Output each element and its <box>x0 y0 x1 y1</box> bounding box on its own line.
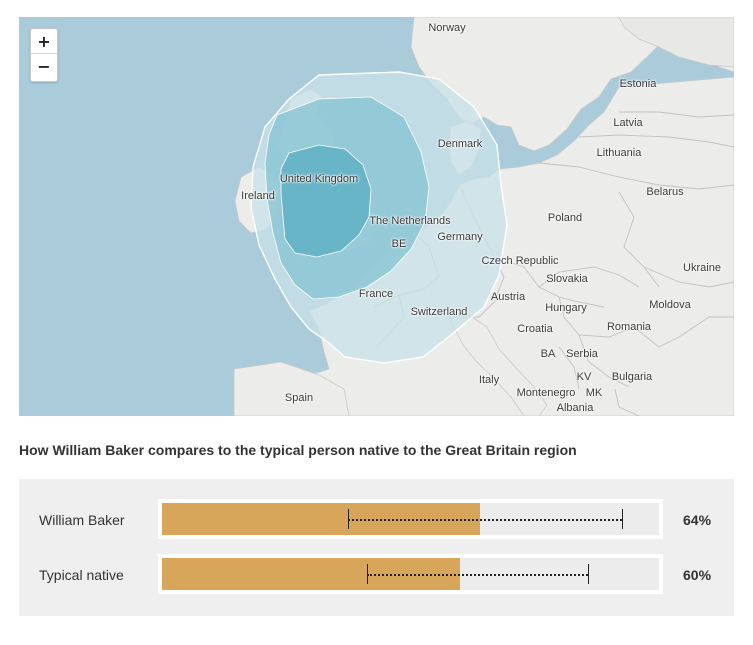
range-high-tick <box>588 564 590 584</box>
map-label-netherlands: The Netherlands <box>369 215 451 227</box>
zoom-out-button[interactable]: − <box>31 54 57 80</box>
map-label-montenegro: Montenegro <box>516 387 576 399</box>
map-label-lithuania: Lithuania <box>596 147 642 159</box>
map-label-germany: Germany <box>437 231 483 243</box>
comparison-caption: How William Baker compares to the typica… <box>19 442 577 458</box>
map-label-denmark: Denmark <box>437 138 483 150</box>
map-label-serbia: Serbia <box>566 348 598 360</box>
map-label-belarus: Belarus <box>646 186 684 198</box>
map-label-kosovo: KV <box>576 371 592 383</box>
range-high-tick <box>621 509 623 529</box>
range-line <box>348 519 622 521</box>
range-line <box>366 574 589 576</box>
row-label-william-baker: William Baker <box>39 512 125 528</box>
map-label-hungary: Hungary <box>545 302 587 314</box>
map-label-estonia: Estonia <box>619 78 657 90</box>
map-label-albania: Albania <box>556 402 594 414</box>
map-label-ukraine: Ukraine <box>683 262 721 274</box>
map-label-croatia: Croatia <box>517 323 553 335</box>
comparison-panel: William Baker 64% Typical native 60% <box>19 479 734 616</box>
map-label-slovakia: Slovakia <box>546 273 588 285</box>
range-low-tick <box>348 509 350 529</box>
map-label-moldova: Moldova <box>649 299 691 311</box>
map-label-united-kingdom: United Kingdom <box>279 173 359 185</box>
row-label-typical-native: Typical native <box>39 567 124 583</box>
map-label-spain: Spain <box>284 392 314 404</box>
map-label-italy: Italy <box>478 374 500 386</box>
map-label-france: France <box>358 288 394 300</box>
percent-typical-native: 60% <box>683 567 712 583</box>
percent-william-baker: 64% <box>683 512 712 528</box>
bar-track <box>162 503 659 535</box>
zoom-control: + − <box>30 28 58 82</box>
bar-track <box>162 558 659 590</box>
map-label-norway: Norway <box>428 22 466 34</box>
comparison-bar-typical-native <box>158 554 663 594</box>
map-label-ireland: Ireland <box>241 190 275 202</box>
map-label-belgium: BE <box>391 238 407 250</box>
map-label-bosnia: BA <box>540 348 556 360</box>
range-low-tick <box>366 564 368 584</box>
map-label-switzerland: Switzerland <box>410 306 468 318</box>
map-label-poland: Poland <box>547 212 583 224</box>
map-label-romania: Romania <box>606 321 652 333</box>
comparison-bar-william-baker <box>158 499 663 539</box>
map-label-austria: Austria <box>490 291 526 303</box>
map-label-czech-republic: Czech Republic <box>481 255 559 267</box>
zoom-in-button[interactable]: + <box>31 29 57 54</box>
map-label-north-macedonia: MK <box>585 387 603 399</box>
map-label-latvia: Latvia <box>613 117 643 129</box>
ethnicity-region-map[interactable]: + − Norway Estonia Latvia Lithuania Denm… <box>19 17 734 416</box>
map-label-bulgaria: Bulgaria <box>611 371 653 383</box>
